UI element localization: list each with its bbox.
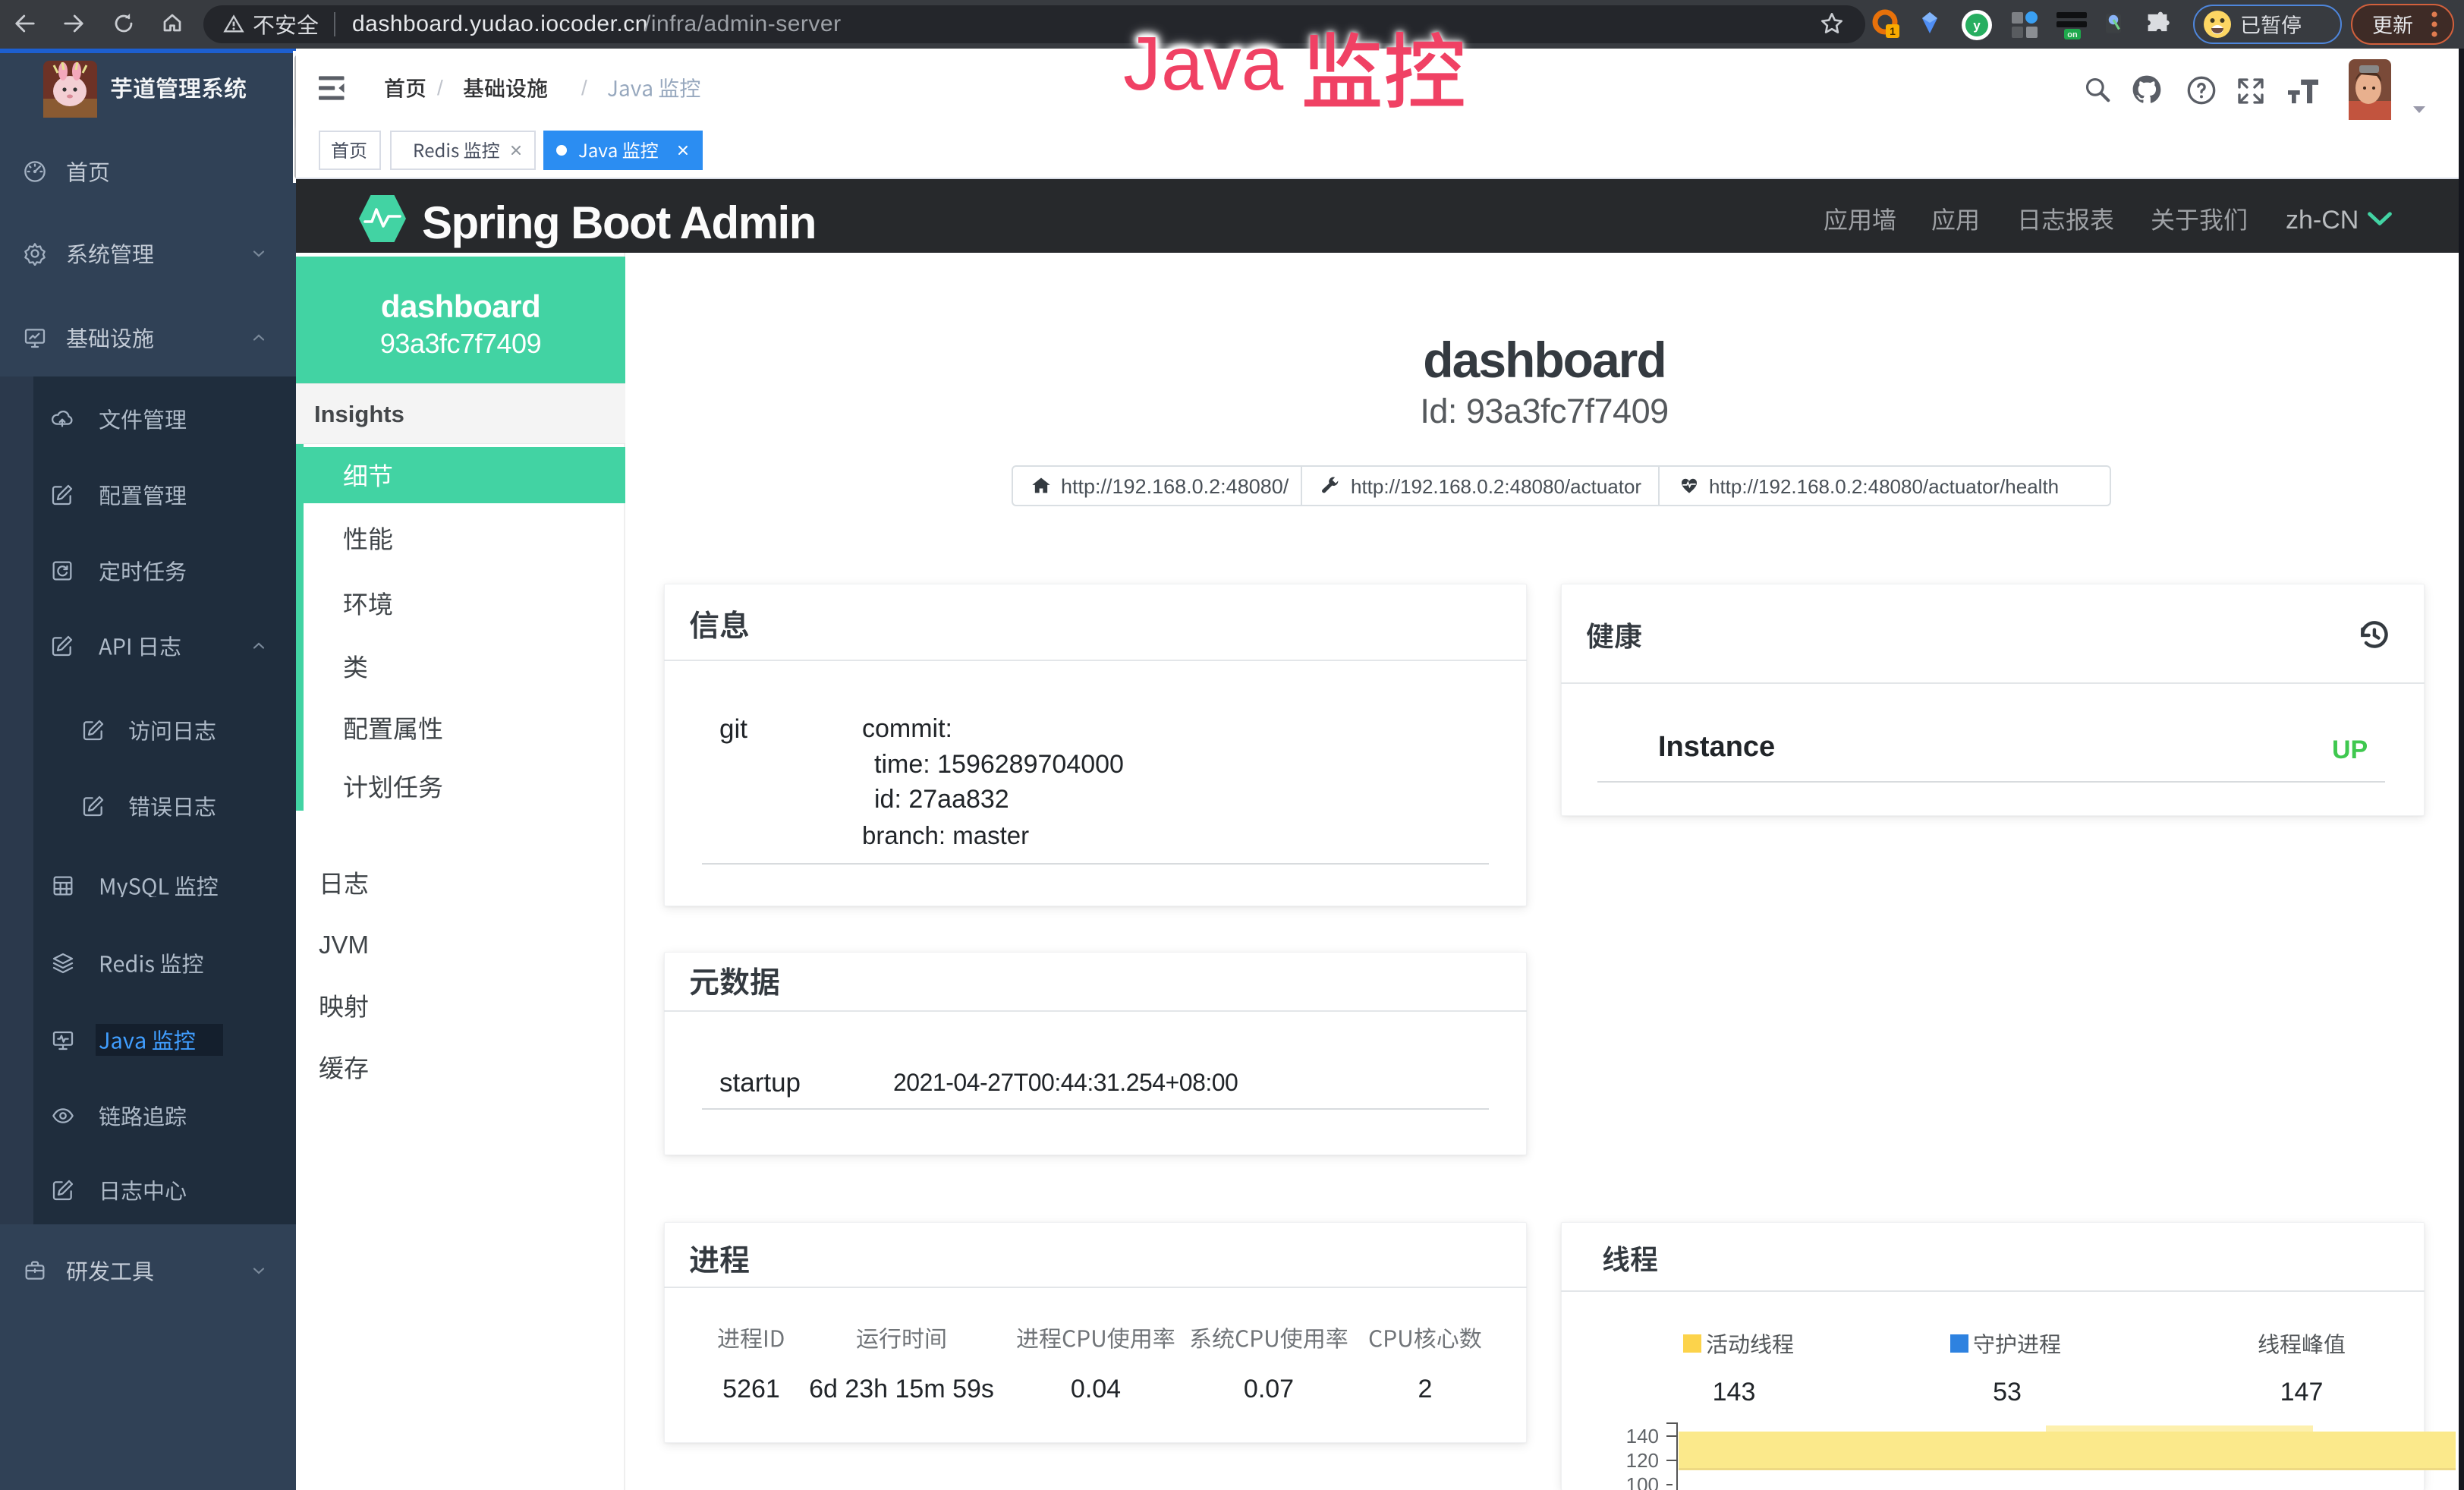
- svg-text:y: y: [1973, 18, 1981, 33]
- svg-text:1: 1: [1890, 25, 1896, 37]
- svg-text:on: on: [2067, 30, 2078, 39]
